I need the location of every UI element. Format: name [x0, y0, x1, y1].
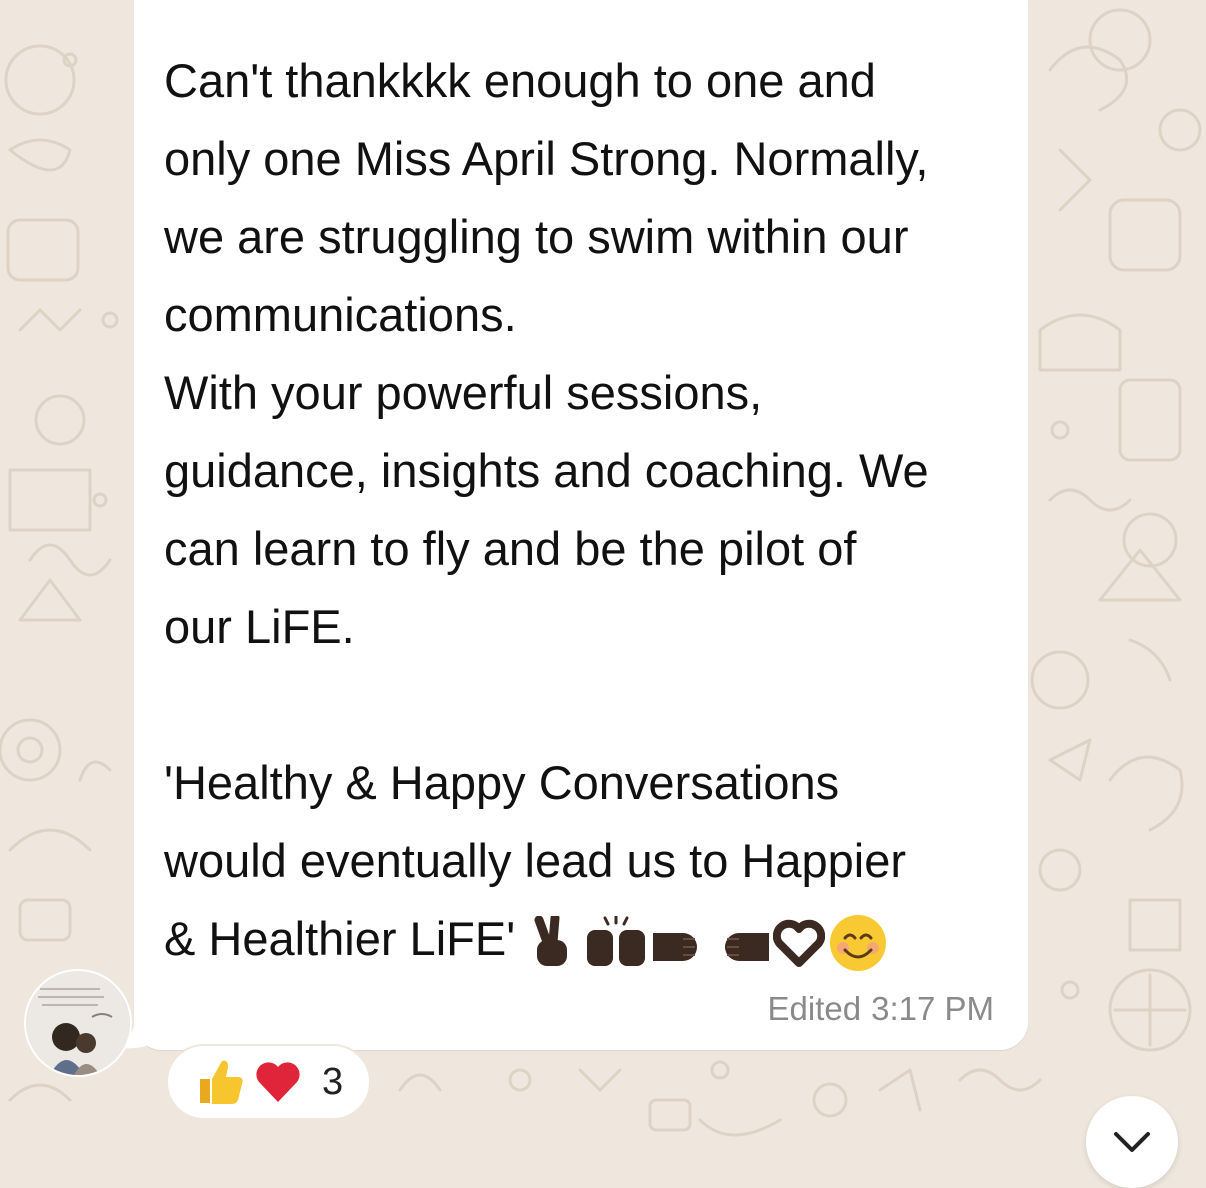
scroll-down-button[interactable] [1086, 1096, 1178, 1188]
reactions-pill[interactable]: 3 [166, 1044, 372, 1120]
chevron-down-icon [1114, 1132, 1150, 1152]
red-heart-icon [256, 1062, 300, 1102]
message-time: 3:17 PM [871, 990, 994, 1027]
reaction-count: 3 [322, 1060, 344, 1103]
message-meta: Edited 3:17 PM [768, 990, 994, 1028]
avatar[interactable] [24, 969, 132, 1077]
message-body: Can't thankkkk enough to one and only on… [164, 54, 929, 965]
emoji-row [529, 914, 887, 972]
thumbs-up-icon [200, 1060, 243, 1104]
edited-label: Edited [767, 990, 862, 1027]
message-text: Can't thankkkk enough to one and only on… [164, 42, 1014, 978]
avatar-image [26, 971, 130, 1075]
left-fist-icon [653, 932, 698, 961]
victory-hand-icon [534, 915, 568, 966]
right-fist-icon [725, 932, 770, 961]
raising-hands-icon [587, 915, 646, 966]
smiling-face-icon [830, 914, 887, 971]
heart-hands-icon [773, 919, 826, 967]
